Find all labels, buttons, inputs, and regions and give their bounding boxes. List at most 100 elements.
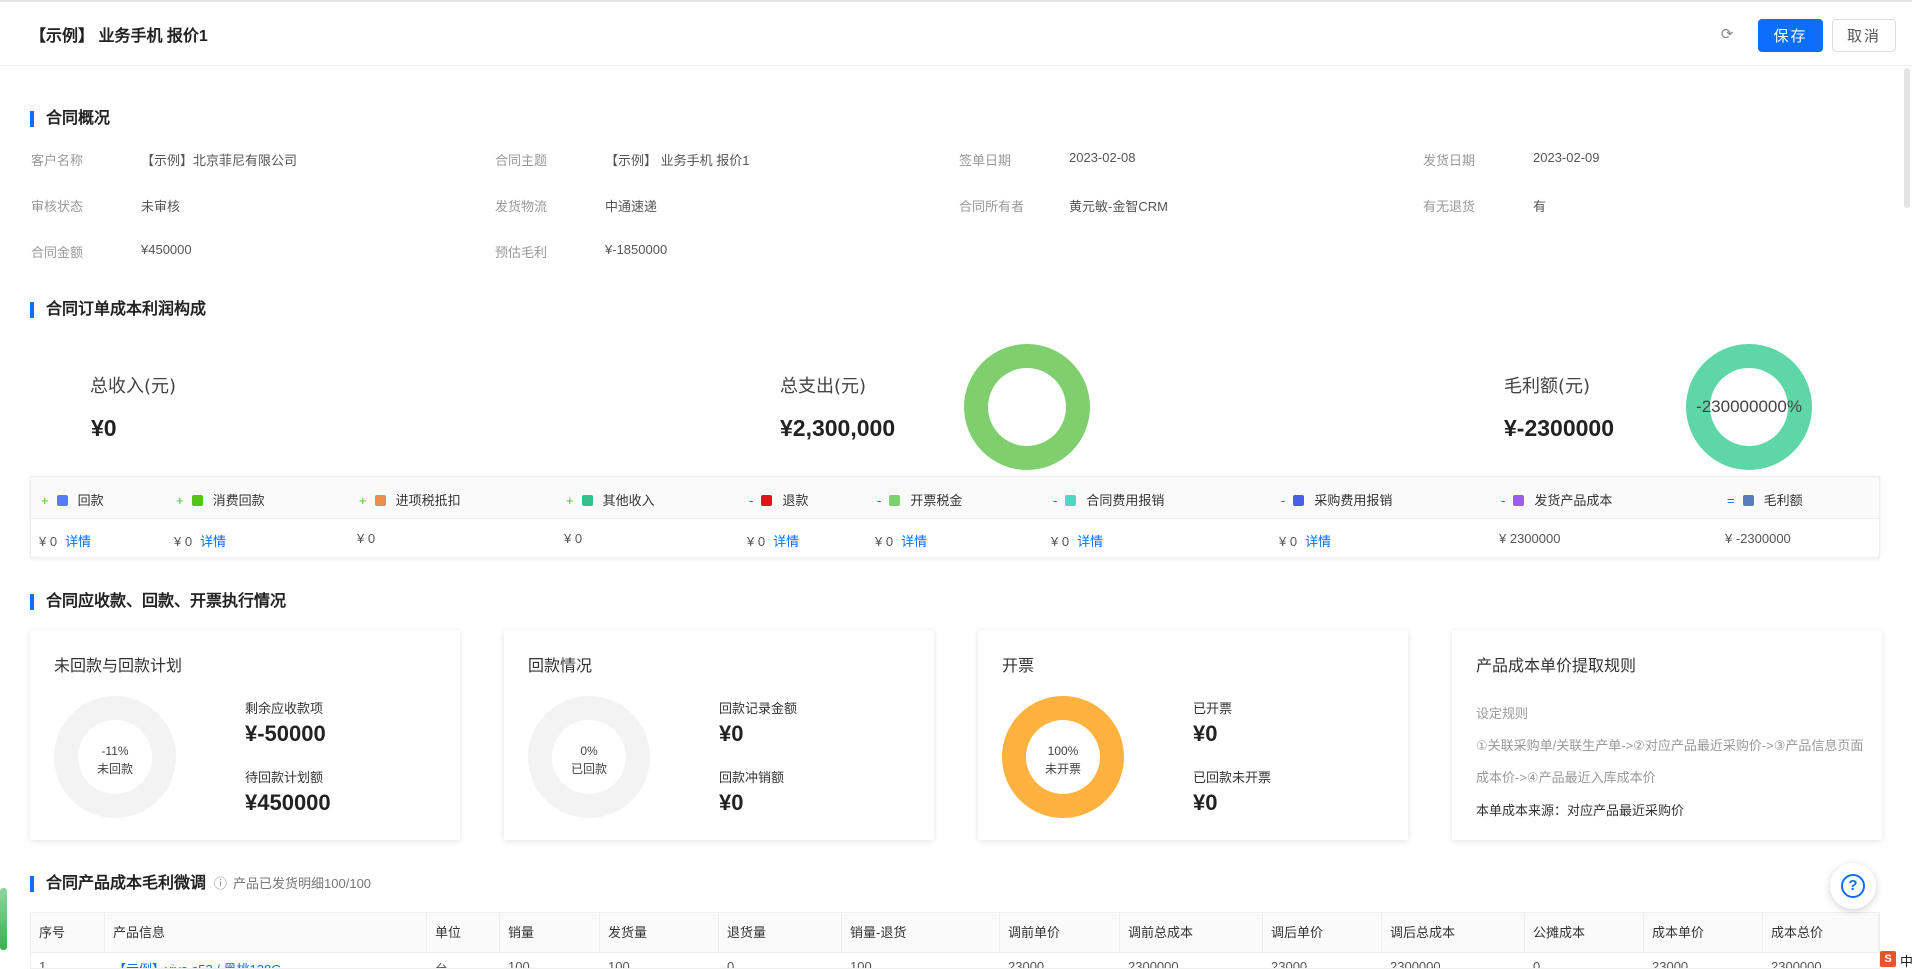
detail-link[interactable]: 详情	[1077, 534, 1103, 549]
input-method-icon[interactable]: S	[1880, 951, 1896, 967]
section-title-execution: 合同应收款、回款、开票执行情况	[30, 594, 286, 610]
cancel-button[interactable]: 取消	[1832, 19, 1896, 52]
question-circle-icon[interactable]: ⓘ	[214, 876, 227, 891]
field-value-customer: 【示例】北京菲尼有限公司	[141, 153, 298, 168]
cost-column-header: + 进项税抵扣	[359, 490, 461, 509]
cost-item-name: 消费回款	[212, 493, 265, 508]
payment-offset-value: ¥0	[719, 790, 744, 815]
remaining-receivable-value: ¥-50000	[245, 721, 326, 746]
cost-amount: ¥ 0	[174, 534, 193, 549]
cost-item-name: 退款	[782, 493, 809, 508]
product-table-header: 序号 产品信息 单位 销量 发货量 退货量 销量-退货 调前单价 调前总成本 调后单价 调后总成本公…	[31, 913, 1879, 953]
column-header: 退货量	[719, 913, 842, 953]
help-button[interactable]: ?	[1830, 863, 1876, 909]
column-header: 发货量	[600, 913, 719, 953]
legend-swatch	[761, 495, 773, 506]
cost-item-name: 采购费用报销	[1314, 493, 1393, 508]
section-title-overview: 合同概况	[30, 111, 110, 127]
field-value-sign-date: 2023-02-08	[1069, 150, 1136, 165]
field-label: 合同主题	[495, 153, 548, 168]
kv-label: 回款冲销额	[719, 770, 785, 785]
kv-label: 待回款计划额	[245, 770, 324, 785]
rule-label: 设定规则	[1476, 706, 1529, 721]
field-label: 客户名称	[31, 153, 84, 168]
table-cell: 0	[727, 959, 735, 969]
cost-column-header: + 其他收入	[566, 490, 655, 509]
card-title: 回款情况	[528, 656, 593, 675]
expense-value: ¥2,300,000	[780, 415, 896, 441]
cost-amount: ¥ -2300000	[1725, 531, 1791, 546]
detail-link[interactable]: 详情	[65, 534, 91, 549]
invoiced-value: ¥0	[1193, 721, 1218, 746]
column-header: 销量-退货	[842, 913, 1000, 953]
field-value-est-profit: ¥-1850000	[605, 242, 668, 257]
detail-link[interactable]: 详情	[200, 534, 226, 549]
help-icon: ?	[1841, 874, 1865, 898]
section-title-products: 合同产品成本毛利微调 ⓘ 产品已发货明细100/100	[30, 876, 371, 892]
save-button[interactable]: 保存	[1758, 19, 1823, 52]
field-label: 发货日期	[1423, 153, 1476, 168]
field-label: 预估毛利	[495, 245, 548, 260]
field-value-returns: 有	[1533, 199, 1547, 214]
refresh-icon[interactable]: ⟳	[1716, 24, 1738, 46]
income-label: 总收入(元)	[90, 376, 177, 397]
table-cell: 23000	[1008, 959, 1045, 969]
section-title-text: 合同产品成本毛利微调	[46, 875, 207, 892]
detail-link[interactable]: 详情	[901, 534, 927, 549]
cost-column-header: + 消费回款	[176, 490, 265, 509]
income-value: ¥0	[91, 415, 117, 441]
column-header: 销量	[500, 913, 600, 953]
cost-amount: ¥ 0	[39, 534, 58, 549]
operator-sign: -	[1501, 493, 1506, 508]
field-value-amount: ¥450000	[141, 242, 192, 257]
cost-item-name: 开票税金	[910, 493, 963, 508]
cost-cell: ¥ 0	[357, 531, 375, 546]
card-cost-rule: 产品成本单价提取规则 设定规则 ①关联采购单/关联生产单->②对应产品最近采购价…	[1452, 630, 1882, 840]
kv-label: 回款记录金额	[719, 701, 798, 716]
operator-sign: =	[1727, 493, 1735, 508]
scrollbar-thumb[interactable]	[1904, 68, 1910, 208]
expense-donut	[964, 344, 1090, 470]
gross-profit-percent: -230000000%	[1696, 397, 1802, 416]
operator-sign: +	[176, 493, 184, 508]
cost-item-name: 回款	[77, 493, 104, 508]
operator-sign: +	[41, 493, 49, 508]
cost-item-name: 发货产品成本	[1534, 493, 1613, 508]
table-cell: 台	[427, 959, 448, 968]
cost-amount: ¥ 0	[1279, 534, 1298, 549]
column-header: 单位	[427, 913, 500, 953]
donut-caption: 已回款	[570, 762, 607, 776]
field-label: 审核状态	[31, 199, 84, 214]
donut-caption: 未开票	[1044, 762, 1081, 776]
detail-link[interactable]: 详情	[773, 534, 799, 549]
field-value-owner: 黄元敏-金智CRM	[1069, 199, 1168, 214]
detail-link[interactable]: 详情	[1305, 534, 1331, 549]
gross-profit-value: ¥-2300000	[1504, 415, 1614, 441]
cost-item-name: 进项税抵扣	[395, 493, 461, 508]
legend-swatch	[581, 495, 593, 506]
gross-profit-donut: -230000000%	[1686, 344, 1812, 470]
cost-column-header: - 采购费用报销	[1281, 490, 1392, 509]
field-value-ship-date: 2023-02-09	[1533, 150, 1600, 165]
column-header: 产品信息	[105, 913, 427, 953]
donut-percent: 100%	[1047, 744, 1079, 758]
payment-donut: 0% 已回款	[528, 696, 650, 818]
cost-breakdown-header: + 回款 + 消费回款 + 进项税抵扣 + 其他收入 - 退款 - 开票税金 - 合同费用报销 - 采购费用报…	[31, 477, 1879, 519]
operator-sign: -	[1053, 493, 1058, 508]
card-unpaid: 未回款与回款计划 -11% 未回款 剩余应收款项 ¥-50000 待回款计划额 …	[30, 630, 460, 840]
legend-swatch	[1742, 495, 1754, 506]
donut-percent: 0%	[580, 744, 598, 758]
vertical-scrollbar[interactable]	[1904, 66, 1910, 946]
donut-percent: -11%	[101, 744, 129, 758]
table-cell: 100	[508, 959, 530, 969]
pending-plan-value: ¥450000	[245, 790, 331, 815]
section-title-profit: 合同订单成本利润构成	[30, 302, 206, 318]
field-label: 合同金额	[31, 245, 84, 260]
card-payment: 回款情况 0% 已回款 回款记录金额 ¥0 回款冲销额 ¥0	[504, 630, 934, 840]
operator-sign: -	[1281, 493, 1286, 508]
unpaid-donut: -11% 未回款	[54, 696, 176, 818]
product-link[interactable]: 【示例】vivo s53 / 黑桃128G	[105, 959, 281, 968]
table-cell: 0	[1533, 959, 1541, 969]
cost-cell: ¥ 0 详情	[1051, 531, 1103, 550]
field-value-audit-status: 未审核	[141, 199, 181, 214]
